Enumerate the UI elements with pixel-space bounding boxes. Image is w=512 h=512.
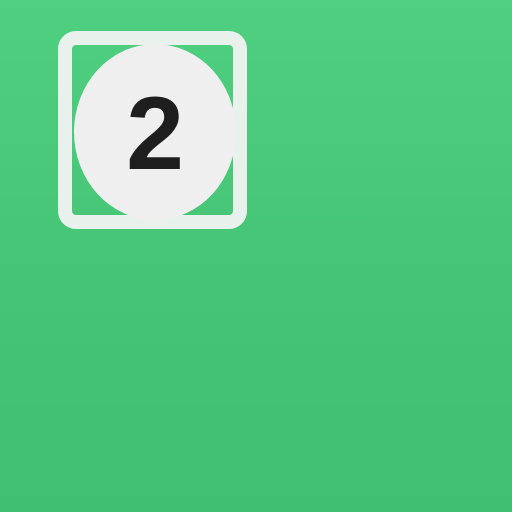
badge-number: 2 [126,76,184,192]
game-screen: 2 [0,0,512,512]
number-badge-circle[interactable]: 2 [74,44,236,220]
